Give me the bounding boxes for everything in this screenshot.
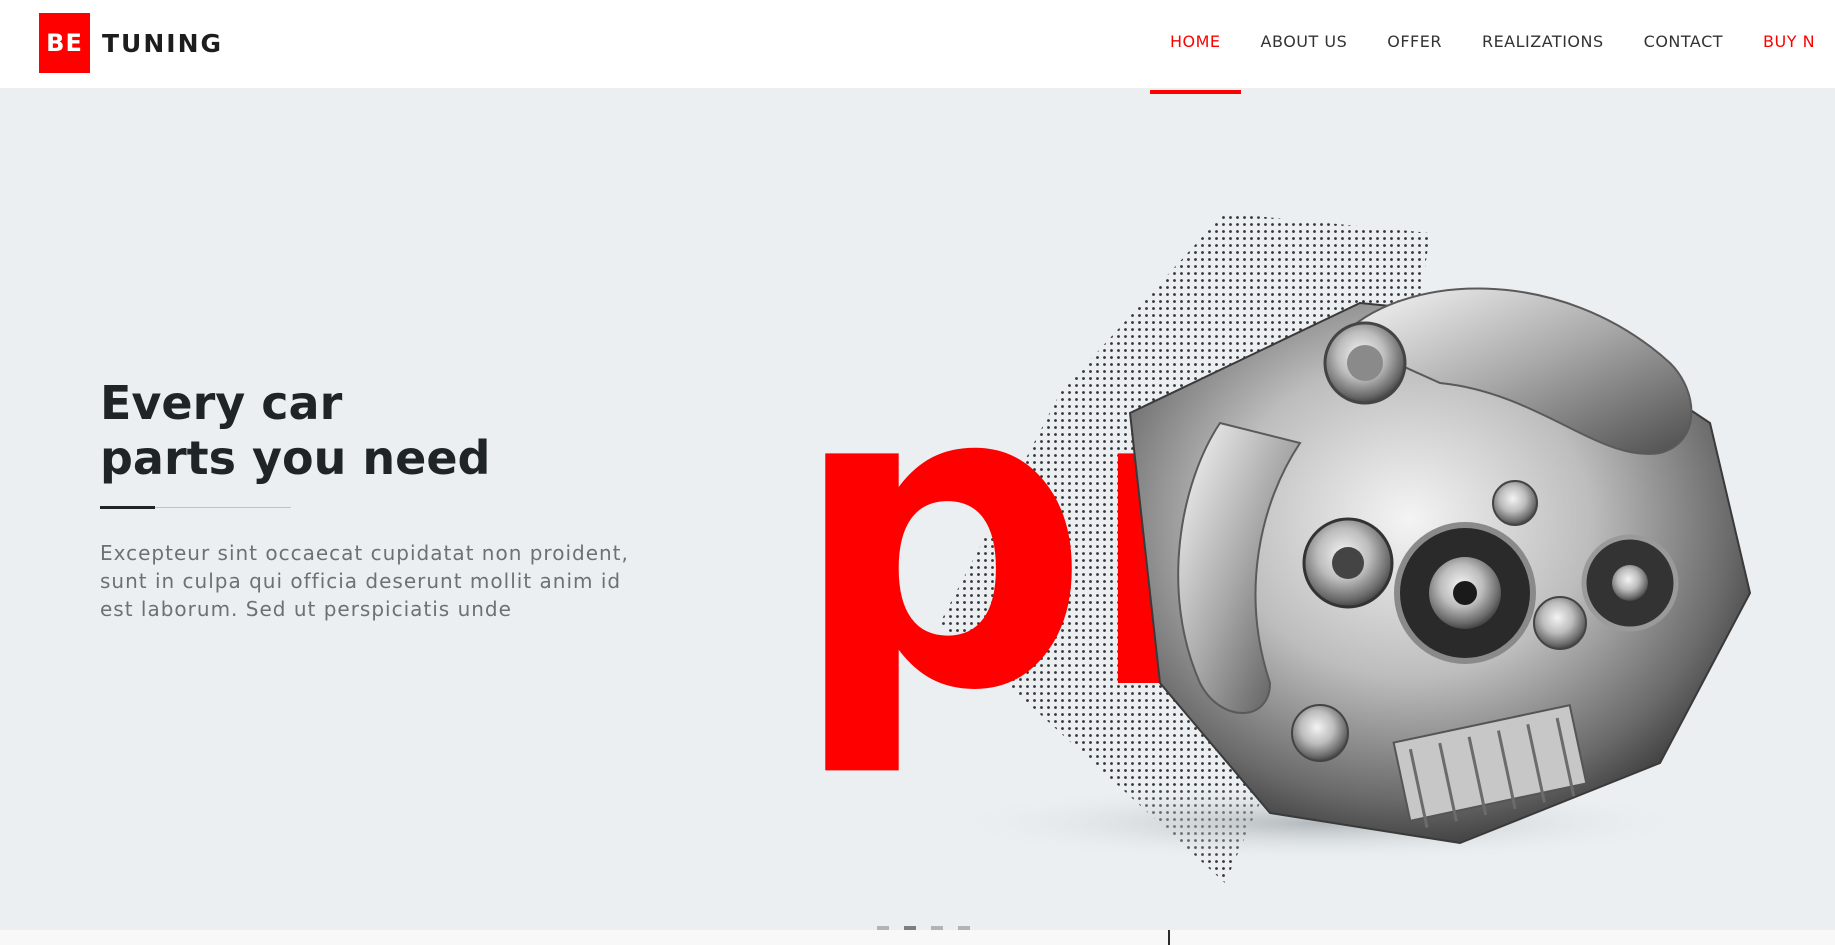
nav-item-offer[interactable]: OFFER bbox=[1367, 0, 1462, 88]
nav-item-realizations[interactable]: REALIZATIONS bbox=[1462, 0, 1624, 88]
hero-illustration: pro bbox=[800, 213, 1752, 883]
nav-item-about-us[interactable]: ABOUT US bbox=[1241, 0, 1368, 88]
hero-title-line1: Every car bbox=[100, 376, 343, 430]
hero-visual: pro bbox=[800, 123, 1835, 903]
logo[interactable]: BE TUNING bbox=[39, 13, 223, 73]
divider-accent bbox=[100, 506, 155, 509]
nav-item-label: OFFER bbox=[1387, 31, 1442, 51]
hero-slider: Every car parts you need Excepteur sint … bbox=[0, 88, 1835, 930]
nav-item-label: ABOUT US bbox=[1260, 31, 1348, 51]
logo-text: TUNING bbox=[102, 28, 224, 58]
nav-item-contact[interactable]: CONTACT bbox=[1624, 0, 1743, 88]
nav-item-label: REALIZATIONS bbox=[1481, 31, 1604, 51]
site-header: BE TUNING HOME ABOUT US OFFER REALIZATIO… bbox=[0, 0, 1835, 94]
logo-mark: BE bbox=[39, 13, 90, 73]
hero-description: Excepteur sint occaecat cupidatat non pr… bbox=[100, 541, 629, 621]
main-nav: HOME ABOUT US OFFER REALIZATIONS CONTACT… bbox=[1150, 0, 1835, 94]
nav-item-label: HOME bbox=[1170, 31, 1221, 51]
nav-item-buy-now[interactable]: BUY N bbox=[1743, 0, 1835, 88]
hero-title: Every car parts you need bbox=[100, 376, 490, 486]
nav-item-label: BUY N bbox=[1763, 31, 1816, 51]
nav-item-label: CONTACT bbox=[1643, 31, 1724, 51]
hero-title-line2: parts you need bbox=[100, 431, 491, 485]
title-divider bbox=[100, 506, 291, 509]
scroll-indicator-line bbox=[1168, 930, 1170, 945]
next-section-edge bbox=[0, 930, 1835, 945]
active-nav-indicator bbox=[1150, 90, 1241, 94]
nav-item-home[interactable]: HOME bbox=[1150, 0, 1241, 94]
